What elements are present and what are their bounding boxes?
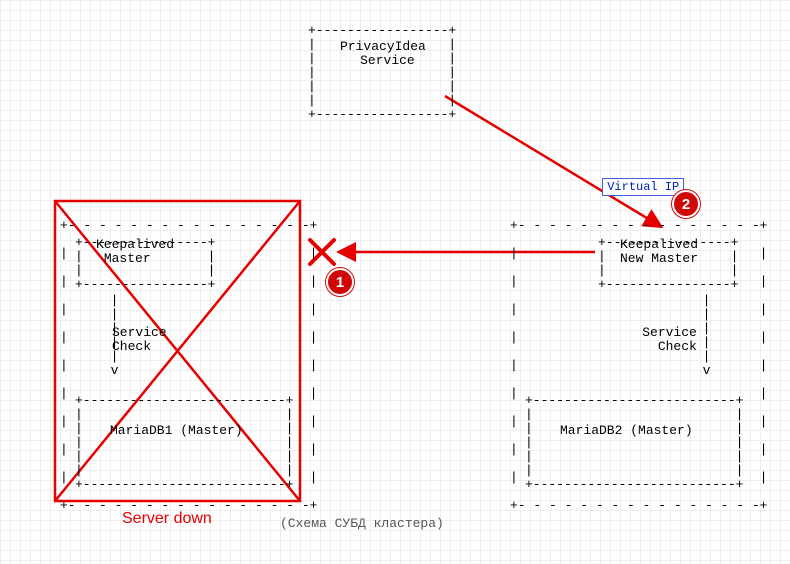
server-down-label: Server down xyxy=(122,512,212,526)
right-keepalived-label: Keepalived New Master xyxy=(620,238,698,266)
right-service-check-label: Service Check xyxy=(636,326,697,354)
badge-2: 2 xyxy=(672,190,700,218)
left-service-check-label: Service Check xyxy=(112,326,167,354)
privacyidea-label: PrivacyIdea Service xyxy=(340,40,426,68)
virtual-ip-label: Virtual IP xyxy=(571,166,684,208)
diagram-caption: (Схема СУБД кластера) xyxy=(280,517,444,531)
left-keepalived-label: Keepalived Master xyxy=(96,238,174,266)
right-mariadb-label: MariaDB2 (Master) xyxy=(560,424,693,438)
diagram-canvas: +-----------------+ | | | | | | | | | | … xyxy=(0,0,790,564)
badge-1: 1 xyxy=(326,268,354,296)
left-mariadb-label: MariaDB1 (Master) xyxy=(110,424,243,438)
